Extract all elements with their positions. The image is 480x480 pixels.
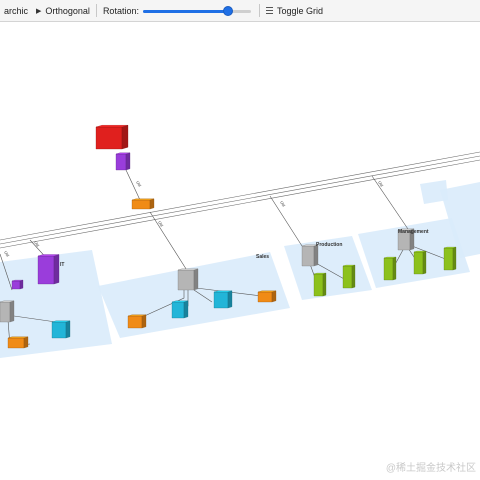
box-side-face: [149, 198, 155, 210]
group-platforms: [0, 180, 480, 358]
box-side-face: [227, 290, 233, 309]
box-front-face: [11, 280, 21, 290]
box-side-face: [422, 250, 427, 275]
group-title-sales: Sales: [256, 254, 269, 260]
node-gray-sales[interactable]: [177, 268, 199, 291]
node-green-production-2[interactable]: [342, 264, 356, 289]
box-side-face: [322, 272, 327, 297]
node-red[interactable]: [95, 124, 129, 150]
node-green-production-1[interactable]: [313, 272, 327, 297]
group-title-management: Management: [398, 229, 429, 235]
node-orange-sales-2[interactable]: [257, 290, 277, 303]
box-front-face: [7, 337, 25, 349]
group-right-small[interactable]: [420, 180, 448, 204]
group-title-production: Production: [316, 242, 342, 248]
rotation-slider-thumb[interactable]: [223, 5, 234, 16]
box-side-face: [23, 336, 29, 349]
box-front-face: [177, 269, 195, 291]
box-side-face: [183, 300, 189, 319]
box-front-face: [257, 291, 273, 303]
box-side-face: [9, 300, 15, 323]
box-top-face: [131, 198, 155, 201]
rotation-slider-fill: [142, 9, 229, 13]
box-front-face: [443, 247, 454, 271]
watermark: @稀土掘金技术社区: [385, 463, 476, 474]
box-side-face: [271, 290, 277, 303]
box-side-face: [141, 314, 147, 329]
edge-label: Util: [33, 240, 40, 248]
box-side-face: [53, 254, 60, 285]
toolbar-separator: [258, 4, 260, 17]
node-green-management-3[interactable]: [443, 246, 457, 271]
node-cyan-it[interactable]: [51, 320, 71, 339]
connector-line: [371, 175, 411, 233]
box-front-face: [51, 321, 67, 339]
orthogonal-label: Orthogonal: [45, 5, 90, 16]
box-front-face: [383, 257, 394, 281]
connector-line: [149, 211, 189, 273]
box-front-face: [115, 153, 127, 171]
node-orange-hub[interactable]: [131, 198, 155, 210]
play-icon: ▶: [36, 7, 42, 15]
box-side-face: [392, 256, 397, 281]
box-top-face: [95, 125, 129, 128]
box-front-face: [301, 245, 315, 267]
edge-label: Util: [157, 220, 164, 228]
box-side-face: [19, 279, 24, 290]
box-front-face: [342, 265, 353, 289]
toolbar-separator: [95, 4, 97, 17]
box-front-face: [127, 315, 143, 329]
node-purple-small[interactable]: [11, 279, 24, 290]
edge-label: Util: [279, 200, 286, 208]
node-purple-top[interactable]: [115, 152, 131, 171]
node-green-management-1[interactable]: [383, 256, 397, 281]
edge-label: Util: [377, 180, 384, 188]
box-front-face: [37, 255, 55, 285]
rotation-label: Rotation:: [102, 5, 139, 16]
box-side-face: [193, 268, 199, 291]
box-side-face: [65, 320, 71, 339]
node-purple-it[interactable]: [37, 254, 60, 285]
box-front-face: [213, 291, 229, 309]
box-front-face: [413, 251, 424, 275]
group-title-it: IT: [60, 262, 64, 268]
node-cyan-sales-2[interactable]: [213, 290, 233, 309]
box-side-face: [125, 152, 131, 171]
box-front-face: [171, 301, 185, 319]
box-side-face: [121, 124, 129, 150]
node-cyan-sales-1[interactable]: [171, 300, 189, 319]
box-top-face: [177, 268, 199, 271]
toolbar: archic ▶ Orthogonal Rotation: Toggle Gri…: [0, 0, 480, 22]
box-front-face: [95, 126, 123, 150]
box-front-face: [313, 273, 324, 297]
box-side-face: [351, 264, 356, 289]
node-orange-sales-1[interactable]: [127, 314, 147, 329]
isometric-org-diagram[interactable]: IT Sales Production Management Util Util…: [0, 22, 480, 480]
toggle-grid-label: Toggle Grid: [276, 5, 323, 16]
box-front-face: [0, 301, 11, 323]
node-orange-it[interactable]: [7, 336, 29, 349]
edge-label: Util: [135, 180, 142, 188]
box-side-face: [452, 246, 457, 271]
rotation-slider[interactable]: [142, 5, 251, 17]
toggle-grid-button[interactable]: Toggle Grid: [262, 0, 327, 21]
node-green-management-2[interactable]: [413, 250, 427, 275]
orthogonal-layout-button[interactable]: ▶ Orthogonal: [32, 0, 94, 21]
hierarchic-layout-button[interactable]: archic: [0, 0, 32, 21]
diagram-canvas[interactable]: IT Sales Production Management Util Util…: [0, 22, 480, 480]
edge-label: Util: [3, 250, 10, 258]
box-front-face: [131, 199, 151, 210]
node-gray-it[interactable]: [0, 300, 15, 323]
hierarchic-label: archic: [4, 5, 29, 16]
grid-icon: [265, 7, 273, 14]
box-top-face: [7, 336, 29, 339]
